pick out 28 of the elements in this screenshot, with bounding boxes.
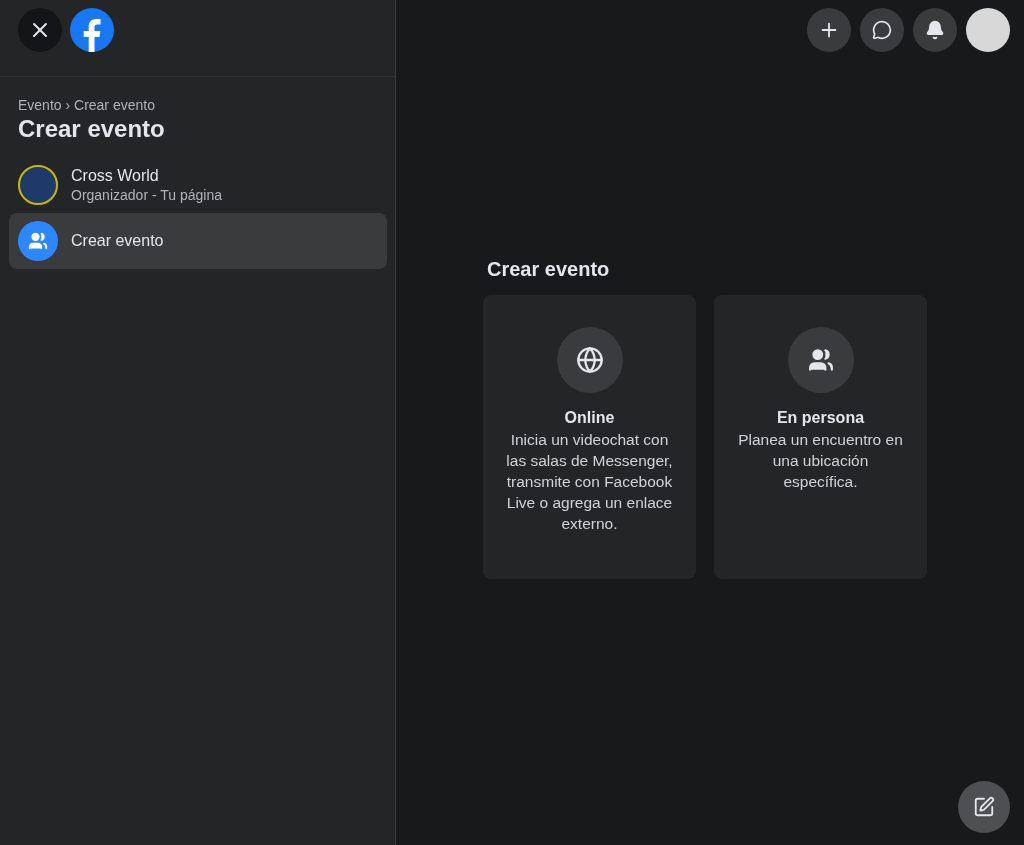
compose-button[interactable] — [958, 781, 1010, 833]
card-description: Inicia un videochat con las salas de Messenger, transmite con Facebook Live o agrega un enlace externo. — [505, 430, 674, 534]
event-type-card[interactable]: En persona Planea un encuentro en una ubicación específica. — [714, 295, 927, 579]
event-type-card[interactable]: Online Inicia un videochat con las salas de Messenger, transmite con Facebook Live o agrega un enlace externo. — [483, 295, 696, 579]
people-icon — [18, 221, 58, 261]
bell-icon — [925, 20, 945, 40]
people-icon — [807, 347, 834, 373]
sidebar-item[interactable]: Cross World Organizador - Tu página — [9, 157, 387, 213]
card-title: Online — [564, 409, 615, 427]
compose-icon — [973, 796, 995, 818]
profile-avatar[interactable] — [966, 8, 1010, 52]
item-subtitle: Organizador - Tu página — [71, 187, 222, 203]
globe-icon — [575, 346, 604, 374]
card-description: Planea un encuentro en una ubicación específica. — [737, 430, 904, 492]
item-title: Cross World — [71, 167, 160, 185]
breadcrumb: Evento › Crear evento — [18, 97, 156, 113]
chat-bubble-icon — [872, 20, 892, 40]
create-button[interactable] — [807, 8, 851, 52]
item-title: Crear evento — [71, 232, 164, 250]
messenger-button[interactable] — [860, 8, 904, 52]
card-title: En persona — [776, 409, 865, 427]
sidebar-item[interactable]: Crear evento — [9, 213, 387, 269]
notifications-button[interactable] — [913, 8, 957, 52]
close-button[interactable] — [18, 8, 62, 52]
section-title: Crear evento — [487, 258, 611, 281]
page-logo-placeholder — [18, 165, 58, 205]
facebook-logo[interactable] — [70, 8, 114, 52]
sidebar-title: Crear evento — [18, 115, 166, 143]
